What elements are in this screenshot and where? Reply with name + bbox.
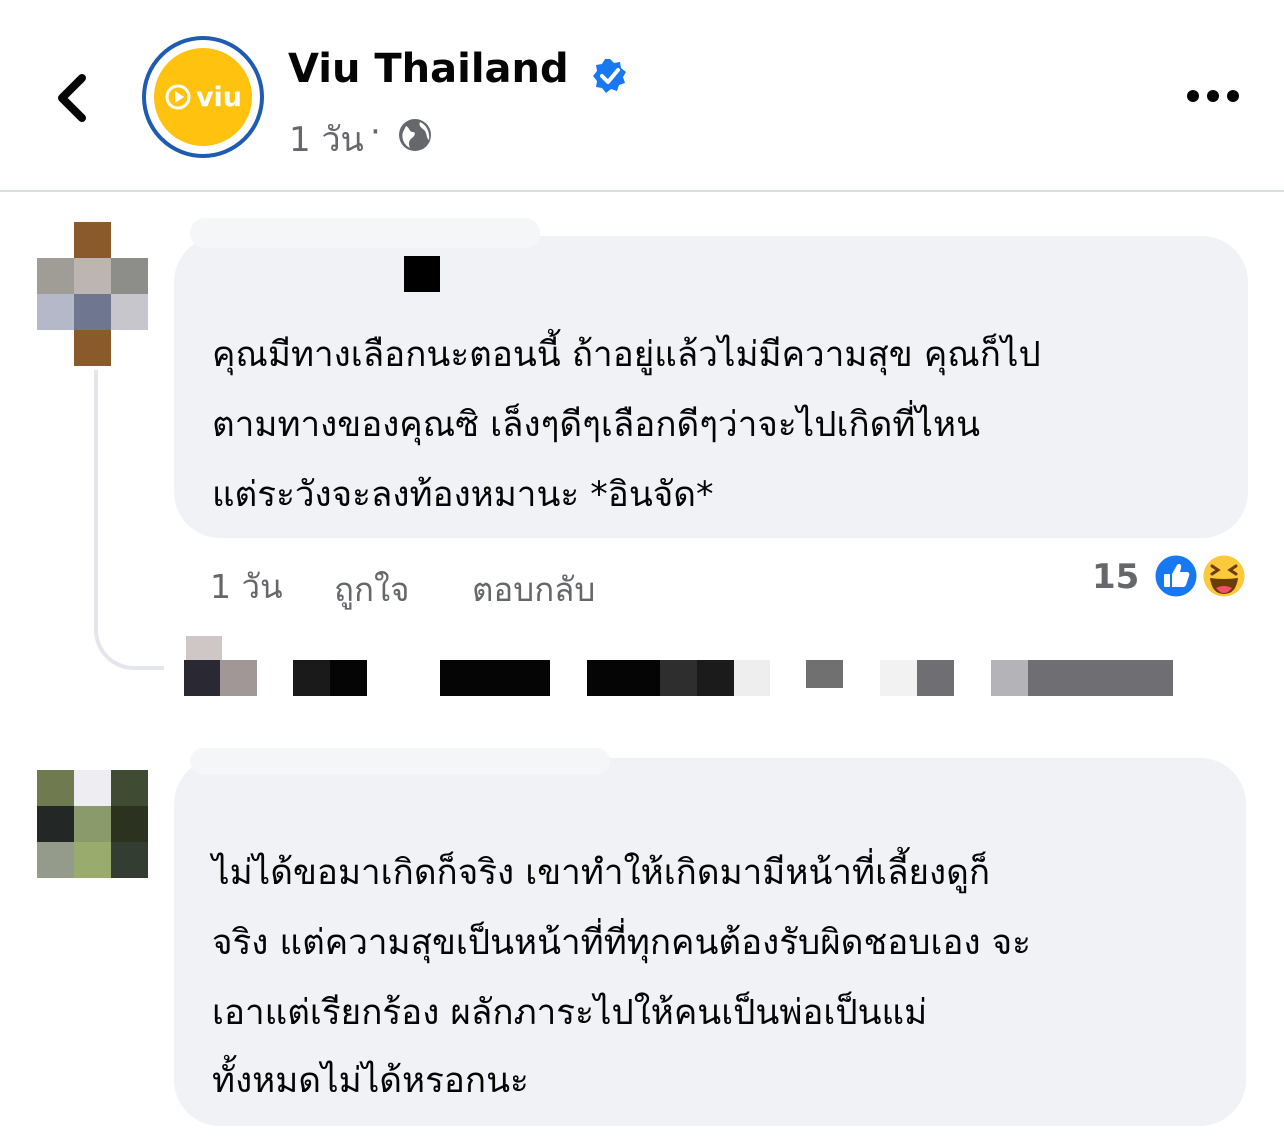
- redacted-author-name: [190, 748, 610, 774]
- comment-text-line: คุณมีทางเลือกนะตอนนี้ ถ้าอยู่แล้วไม่มีคว…: [212, 335, 1041, 375]
- like-button[interactable]: ถูกใจ: [334, 563, 409, 616]
- comment-text-line: จริง แต่ความสุขเป็นหน้าที่ที่ทุกคนต้องรั…: [212, 923, 1031, 963]
- redacted-block: [917, 660, 954, 696]
- commenter-avatar[interactable]: [37, 222, 148, 366]
- post-timestamp[interactable]: 1 วัน: [289, 112, 364, 166]
- comment-timestamp[interactable]: 1 วัน: [210, 560, 283, 613]
- reply-avatar-pixel: [184, 660, 220, 696]
- redacted-block: [1028, 660, 1173, 696]
- redacted-block: [660, 660, 697, 696]
- redacted-block: [330, 660, 367, 696]
- reply-avatar-pixel: [220, 660, 257, 696]
- redacted-block: [404, 256, 440, 292]
- redacted-block: [440, 660, 550, 696]
- chevron-left-icon: [58, 74, 86, 122]
- play-circle-icon: [165, 84, 191, 110]
- redacted-block: [991, 660, 1028, 696]
- redacted-block: [293, 660, 330, 696]
- redacted-block: [587, 660, 660, 696]
- verified-badge-icon: [593, 59, 626, 93]
- comment-text-line: เอาแต่เรียกร้อง ผลักภาระไปให้คนเป็นพ่อเป…: [212, 993, 928, 1033]
- like-reaction-icon[interactable]: [1152, 552, 1200, 600]
- comment-text-line: แต่ระวังจะลงท้องหมานะ *อินจัด*: [212, 475, 714, 515]
- redacted-block: [806, 660, 843, 688]
- header-divider: [0, 190, 1284, 192]
- redacted-block: [734, 660, 770, 696]
- comment-text-line: ทั้งหมดไม่ได้หรอกนะ: [212, 1061, 529, 1101]
- reaction-count[interactable]: 15: [1092, 557, 1139, 597]
- haha-reaction-icon[interactable]: [1200, 552, 1248, 600]
- redacted-block: [697, 660, 734, 696]
- comment-text-line: ไม่ได้ขอมาเกิดก็จริง เขาทำให้เกิดมามีหน้…: [212, 853, 991, 893]
- back-button[interactable]: [48, 62, 108, 132]
- page-avatar[interactable]: viu: [142, 36, 264, 158]
- logo-text: viu: [195, 81, 243, 113]
- comment-text-line: ตามทางของคุณซิ เล็งๆดีๆเลือกดีๆว่าจะไปเก…: [212, 405, 981, 445]
- redacted-author-name: [190, 218, 540, 248]
- separator-dot: ·: [370, 112, 381, 152]
- page-name[interactable]: Viu Thailand: [288, 46, 569, 92]
- reply-avatar-pixel: [186, 636, 222, 660]
- viu-logo: viu: [154, 48, 252, 146]
- reply-thread-line: [94, 370, 164, 670]
- globe-icon: [399, 119, 431, 151]
- redacted-block: [880, 660, 917, 696]
- reply-button[interactable]: ตอบกลับ: [472, 563, 595, 616]
- commenter-avatar[interactable]: [37, 770, 148, 878]
- more-horizontal-icon[interactable]: [1184, 84, 1242, 108]
